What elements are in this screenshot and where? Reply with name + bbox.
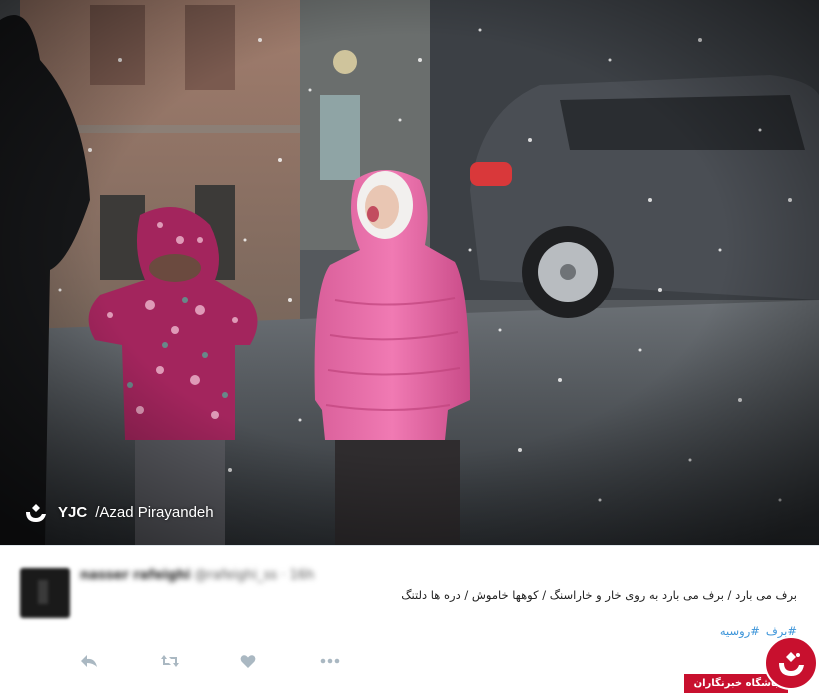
tweet-username[interactable]: nasser rafeighi xyxy=(80,568,190,583)
yjc-logo-icon xyxy=(26,504,46,522)
photo-watermark: YJC /Azad Pirayandeh xyxy=(22,498,214,526)
like-icon xyxy=(240,654,256,668)
watermark-brand: YJC xyxy=(58,503,88,521)
retweet-icon xyxy=(161,655,179,667)
yjc-circle-logo-icon xyxy=(764,636,818,690)
watermark-credit: /Azad Pirayandeh xyxy=(95,503,214,521)
reply-button[interactable] xyxy=(80,650,160,672)
tweet-actions xyxy=(80,650,400,672)
more-button[interactable] xyxy=(320,650,400,672)
reply-icon xyxy=(81,655,97,667)
more-icon xyxy=(320,658,340,664)
yjc-logo-icon xyxy=(779,652,804,676)
tweet-text: برف می بارد / برف می بارد به روی خار و خ… xyxy=(401,588,797,602)
tweet-photo[interactable]: YJC /Azad Pirayandeh xyxy=(0,0,819,545)
tweet-author[interactable]: nasser rafeighi @rafeighi_ss · 16h xyxy=(80,568,314,583)
like-button[interactable] xyxy=(240,650,320,672)
avatar[interactable] xyxy=(20,568,70,618)
retweet-button[interactable] xyxy=(160,650,240,672)
yjc-brand-badge: باشگاه خبرنگاران xyxy=(684,630,819,693)
snow-scene-image xyxy=(0,0,819,545)
tweet-handle: @rafeighi_ss · 16h xyxy=(194,568,315,583)
